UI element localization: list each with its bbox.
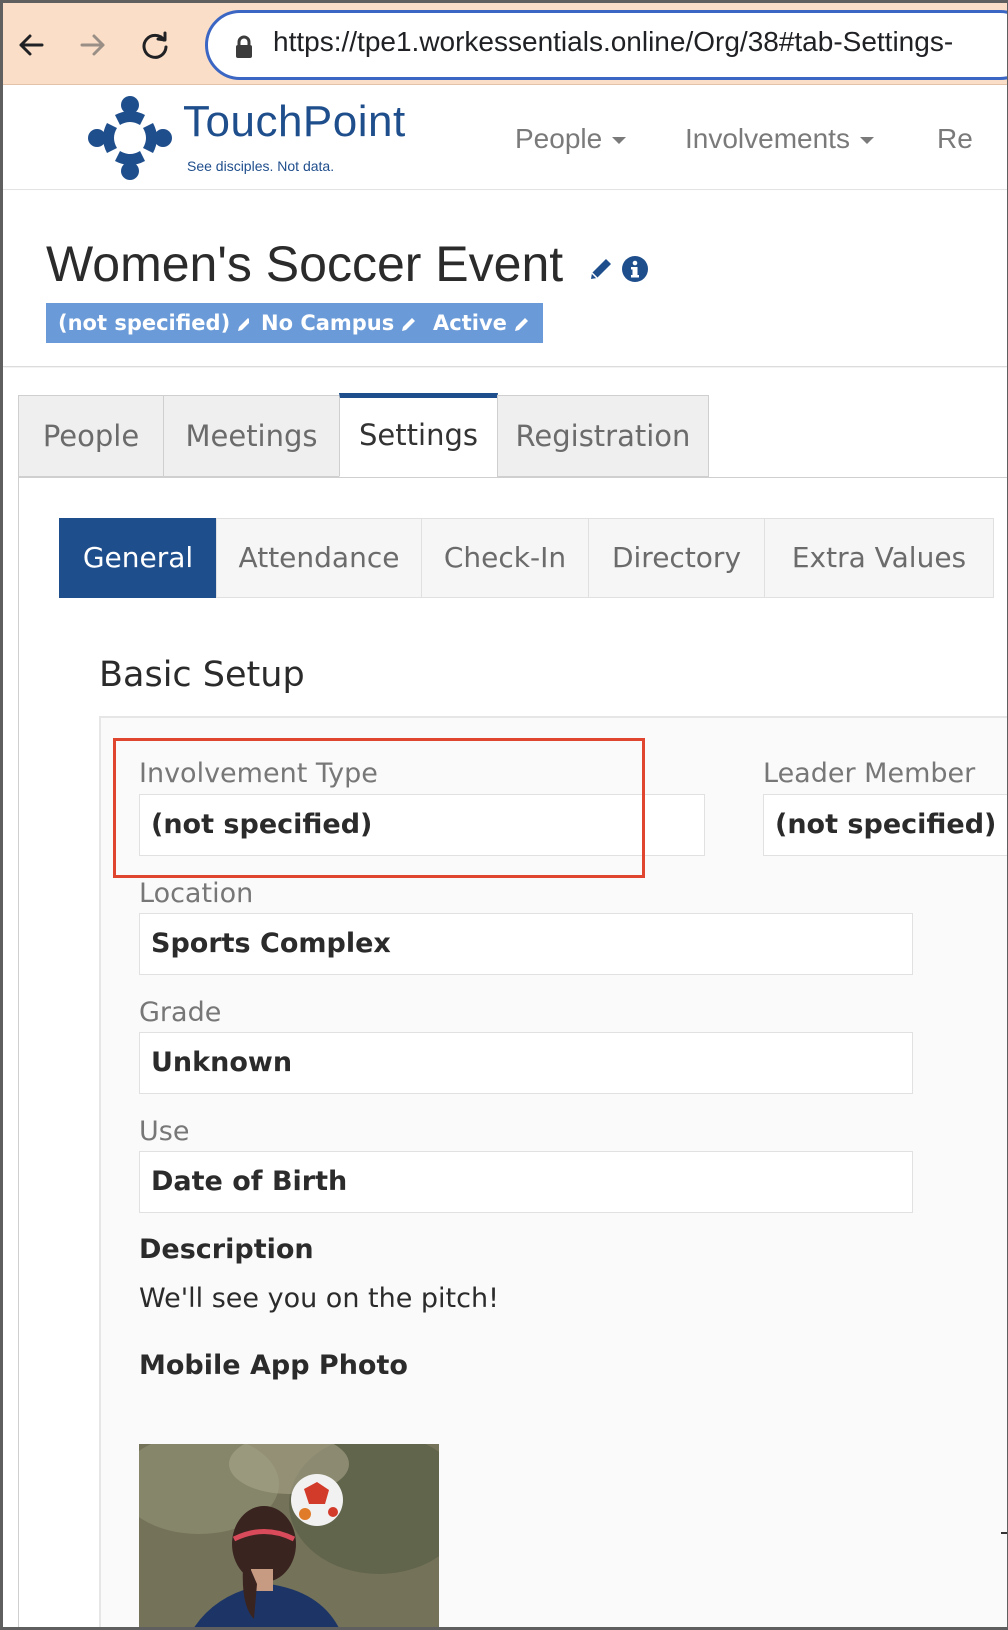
tab-settings[interactable]: Settings xyxy=(339,393,498,477)
forward-button[interactable] xyxy=(73,25,113,65)
back-button[interactable] xyxy=(11,25,51,65)
involvement-type-badge[interactable]: (not specified) xyxy=(46,303,267,343)
tab-directory[interactable]: Directory xyxy=(588,518,765,598)
tab-extra-values[interactable]: Extra Values xyxy=(764,518,994,598)
badge-label: No Campus xyxy=(261,311,395,335)
description-heading: Description xyxy=(139,1234,314,1265)
leader-member-type-label: Leader Member xyxy=(763,758,976,789)
caret-down-icon xyxy=(612,137,627,145)
involvement-header: Women's Soccer Event (not specified) No … xyxy=(3,191,1007,367)
tab-attendance[interactable]: Attendance xyxy=(216,518,422,598)
pencil-icon xyxy=(402,318,416,331)
nav-people-label: People xyxy=(515,123,603,154)
pencil-icon[interactable] xyxy=(587,255,615,283)
content-area: People Meetings Settings Registration Ge… xyxy=(3,368,1007,1627)
scroll-indicator xyxy=(1001,1532,1007,1534)
settings-panel: General Attendance Check-In Directory Ex… xyxy=(18,477,1007,1627)
use-label: Use xyxy=(139,1116,190,1147)
tab-general[interactable]: General xyxy=(59,518,217,598)
address-bar[interactable]: https://tpe1.workessentials.online/Org/3… xyxy=(205,10,1007,80)
browser-window: https://tpe1.workessentials.online/Org/3… xyxy=(3,3,1007,1627)
tab-meetings[interactable]: Meetings xyxy=(163,395,340,477)
tab-registration[interactable]: Registration xyxy=(497,395,709,477)
soccer-player-image xyxy=(139,1444,439,1627)
leader-member-type-field[interactable]: (not specified) xyxy=(763,794,1007,856)
nav-involvements-label: Involvements xyxy=(685,123,850,154)
site-header: TouchPoint See disciples. Not data. Peop… xyxy=(3,85,1007,190)
location-label: Location xyxy=(139,878,254,909)
section-title: Basic Setup xyxy=(99,655,305,695)
campus-badge[interactable]: No Campus xyxy=(249,303,431,343)
badge-label: (not specified) xyxy=(58,311,231,335)
nav-reports-label: Re xyxy=(937,123,973,154)
caret-down-icon xyxy=(859,137,874,145)
browser-toolbar: https://tpe1.workessentials.online/Org/3… xyxy=(3,3,1007,85)
grade-label: Grade xyxy=(139,997,222,1028)
page-title: Women's Soccer Event xyxy=(46,236,564,292)
reload-button[interactable] xyxy=(135,25,175,65)
badge-label: Active xyxy=(433,311,507,335)
tab-people[interactable]: People xyxy=(18,395,164,477)
basic-setup-section: Involvement Type (not specified) Leader … xyxy=(99,716,1007,1627)
arrow-right-icon xyxy=(80,34,105,56)
mobile-app-photo-heading: Mobile App Photo xyxy=(139,1350,408,1381)
nav-reports-menu[interactable]: Re xyxy=(937,123,973,155)
pencil-icon xyxy=(514,318,528,331)
tab-check-in[interactable]: Check-In xyxy=(421,518,589,598)
use-field[interactable]: Date of Birth xyxy=(139,1151,913,1213)
grade-field[interactable]: Unknown xyxy=(139,1032,913,1094)
info-icon[interactable] xyxy=(621,255,649,283)
url-text: https://tpe1.workessentials.online/Org/3… xyxy=(273,26,954,57)
touchpoint-logo-icon[interactable] xyxy=(85,93,175,183)
brand-tagline: See disciples. Not data. xyxy=(187,158,335,174)
mobile-app-photo[interactable] xyxy=(139,1444,439,1627)
nav-people-menu[interactable]: People xyxy=(515,123,627,155)
brand-name[interactable]: TouchPoint xyxy=(183,97,406,147)
reload-icon xyxy=(142,31,168,59)
lock-icon xyxy=(236,35,252,58)
highlight-annotation xyxy=(113,738,645,878)
description-text: We'll see you on the pitch! xyxy=(139,1283,499,1314)
status-badge[interactable]: Active xyxy=(421,303,543,343)
arrow-left-icon xyxy=(19,34,44,56)
nav-involvements-menu[interactable]: Involvements xyxy=(685,123,874,155)
location-field[interactable]: Sports Complex xyxy=(139,913,913,975)
